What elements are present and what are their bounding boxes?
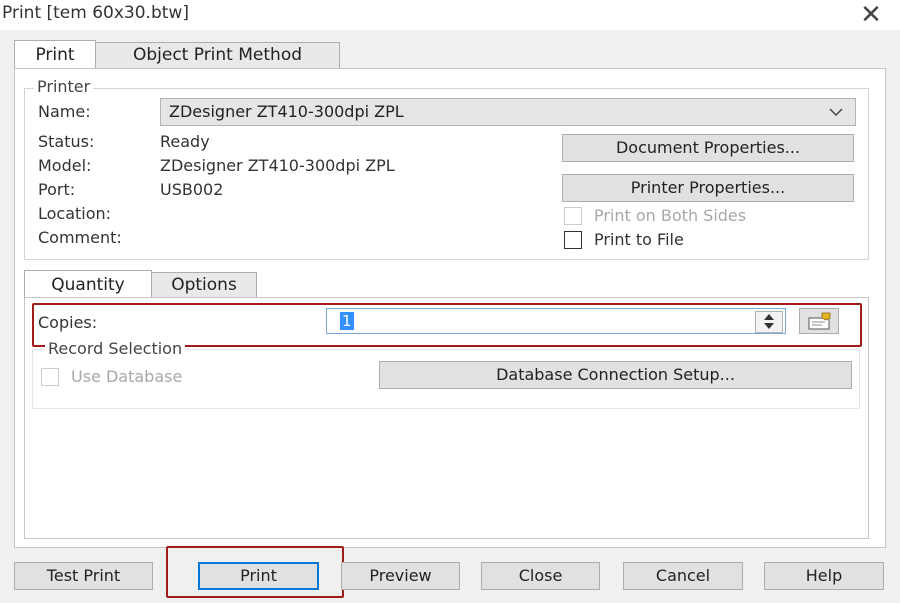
print-both-sides-checkbox[interactable] — [564, 207, 582, 225]
test-print-button[interactable]: Test Print — [14, 562, 153, 590]
print-to-file-checkbox[interactable] — [564, 231, 582, 249]
preview-button[interactable]: Preview — [341, 562, 460, 590]
title-bar: Print [tem 60x30.btw] ✕ — [0, 0, 900, 30]
model-label: Model: — [38, 156, 92, 175]
tab-options-label: Options — [171, 275, 237, 295]
printer-properties-button[interactable]: Printer Properties... — [562, 174, 854, 202]
model-value: ZDesigner ZT410-300dpi ZPL — [160, 156, 395, 175]
tab-print[interactable]: Print — [14, 40, 96, 69]
copies-label: Copies: — [38, 313, 98, 332]
tab-options[interactable]: Options — [151, 272, 257, 298]
status-value: Ready — [160, 132, 210, 151]
tab-object-print-method-label: Object Print Method — [132, 45, 303, 65]
location-label: Location: — [38, 204, 112, 223]
spinner-up-icon[interactable] — [764, 314, 774, 321]
spinner-down-icon[interactable] — [764, 323, 774, 330]
print-to-file-label: Print to File — [594, 230, 684, 249]
tab-quantity[interactable]: Quantity — [24, 270, 152, 299]
copies-input[interactable]: 1 — [326, 308, 786, 334]
prompt-button[interactable] — [799, 308, 839, 334]
tab-print-label: Print — [35, 45, 75, 65]
printer-group-label: Printer — [34, 77, 94, 96]
status-label: Status: — [38, 132, 95, 151]
copies-value: 1 — [340, 312, 354, 330]
database-connection-setup-button[interactable]: Database Connection Setup... — [379, 361, 852, 389]
printer-name-select[interactable]: ZDesigner ZT410-300dpi ZPL — [160, 98, 856, 126]
printer-name-value: ZDesigner ZT410-300dpi ZPL — [169, 102, 404, 121]
port-label: Port: — [38, 180, 76, 199]
close-icon[interactable]: ✕ — [855, 1, 887, 29]
copies-spinner[interactable] — [755, 311, 783, 333]
window-title: Print [tem 60x30.btw] — [2, 3, 189, 23]
tab-object-print-method[interactable]: Object Print Method — [95, 42, 340, 68]
print-button[interactable]: Print — [198, 562, 319, 590]
tab-quantity-label: Quantity — [51, 275, 125, 295]
prompt-icon — [808, 312, 831, 330]
document-properties-button[interactable]: Document Properties... — [562, 134, 854, 162]
chevron-down-icon — [829, 108, 843, 117]
help-button[interactable]: Help — [764, 562, 884, 590]
close-button[interactable]: Close — [481, 562, 600, 590]
use-database-label: Use Database — [71, 367, 183, 386]
print-both-sides-label: Print on Both Sides — [594, 206, 747, 225]
port-value: USB002 — [160, 180, 224, 199]
record-selection-label: Record Selection — [45, 339, 186, 358]
cancel-button[interactable]: Cancel — [623, 562, 743, 590]
comment-label: Comment: — [38, 228, 122, 247]
name-label: Name: — [38, 102, 91, 121]
use-database-checkbox[interactable] — [41, 368, 59, 386]
